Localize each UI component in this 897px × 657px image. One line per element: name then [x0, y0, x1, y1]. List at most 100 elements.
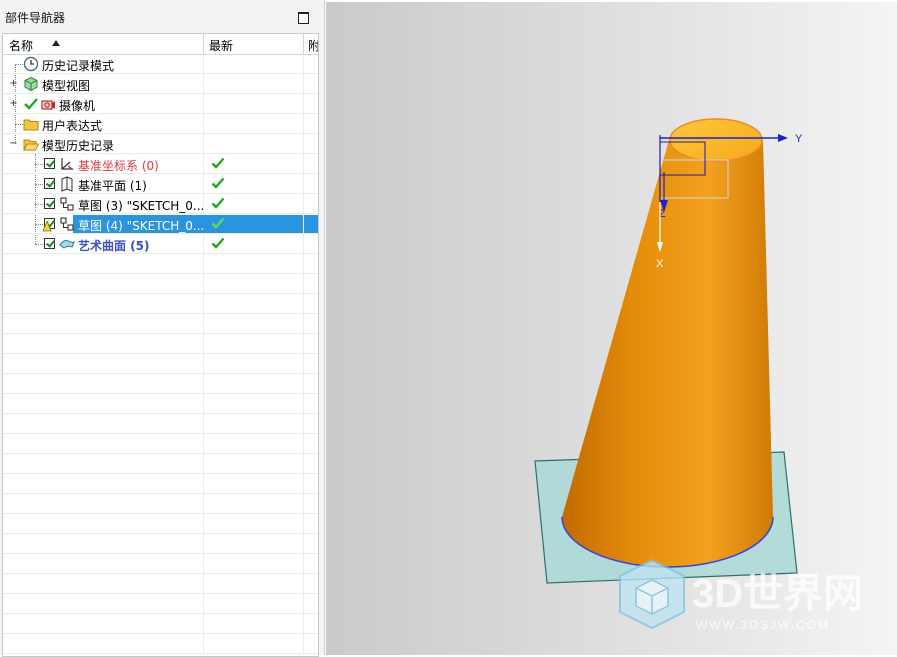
clock-icon: [23, 56, 39, 72]
tree-row-history-mode[interactable]: 历史记录模式: [3, 54, 318, 74]
maximize-icon[interactable]: [298, 12, 309, 24]
navigator-tree-table[interactable]: 名称 最新 附 历史记录模式 + 模型视图 + 摄像机 用户表达式 − 模型历史…: [2, 33, 319, 657]
tree-row-sketch-4-selected[interactable]: 草图 (4) "SKETCH_0...: [3, 214, 318, 234]
tree-guide: [35, 204, 43, 205]
cell-divider: [303, 94, 304, 114]
column-divider: [303, 34, 304, 54]
check-mark-icon: [24, 98, 38, 110]
empty-row: [3, 614, 318, 634]
column-header-third[interactable]: 附: [308, 37, 318, 54]
cell-divider: [303, 514, 304, 534]
tree-guide: [35, 164, 43, 165]
cell-divider: [303, 294, 304, 314]
cone-body[interactable]: [562, 140, 773, 517]
tree-row-sketch-3[interactable]: 草图 (3) "SKETCH_0...: [3, 194, 318, 214]
cell-divider: [203, 594, 204, 614]
cell-divider: [203, 494, 204, 514]
empty-row: [3, 354, 318, 374]
tree-item-label: 摄像机: [59, 99, 96, 113]
visibility-checkbox[interactable]: [44, 158, 55, 169]
visibility-checkbox[interactable]: [44, 178, 55, 189]
cell-divider: [203, 74, 204, 94]
cell-divider: [303, 74, 304, 94]
cell-divider: [203, 194, 204, 214]
tree-item-label: 模型历史记录: [42, 139, 115, 153]
cell-divider: [203, 174, 204, 194]
empty-row: [3, 534, 318, 554]
graphics-viewport[interactable]: Y Z X 3D世界网 WWW.3DSJW.COM: [326, 2, 897, 655]
tree-item-label: 用户表达式: [42, 119, 103, 133]
empty-row: [3, 514, 318, 534]
cell-divider: [303, 314, 304, 334]
empty-row: [3, 434, 318, 454]
tree-row-studio-surface[interactable]: 艺术曲面 (5): [3, 234, 318, 254]
empty-row: [3, 314, 318, 334]
part-navigator-panel: 部件导航器 名称 最新 附 历史记录模式 + 模型视图 + 摄像机 用户表达式 …: [0, 0, 325, 657]
folder-icon: [23, 119, 39, 131]
cell-divider: [203, 114, 204, 134]
cone-top-face[interactable]: [669, 118, 763, 162]
cell-divider: [303, 194, 304, 214]
tree-row-model-history[interactable]: − 模型历史记录: [3, 134, 318, 154]
empty-row: [3, 574, 318, 594]
open-folder-icon: [23, 139, 39, 151]
sort-ascending-icon: [52, 40, 60, 46]
empty-row: [3, 494, 318, 514]
empty-rows: [3, 254, 318, 654]
cell-divider: [203, 334, 204, 354]
cell-divider: [303, 434, 304, 454]
empty-row: [3, 374, 318, 394]
cell-divider: [203, 634, 204, 654]
tree-row-user-expressions[interactable]: 用户表达式: [3, 114, 318, 134]
cell-divider: [303, 634, 304, 654]
datum-csys-icon: [61, 158, 73, 170]
y-axis-label: Y: [795, 133, 803, 145]
y-axis-arrow: [778, 134, 788, 142]
visibility-checkbox[interactable]: [44, 198, 55, 209]
cell-divider: [303, 494, 304, 514]
model-canvas[interactable]: Y Z X 3D世界网 WWW.3DSJW.COM: [326, 2, 897, 655]
empty-row: [3, 554, 318, 574]
cell-divider: [203, 614, 204, 634]
watermark-logo: [619, 558, 685, 630]
column-header-latest[interactable]: 最新: [209, 37, 233, 54]
datum-plane-icon: [61, 176, 73, 192]
cell-divider: [203, 534, 204, 554]
cell-divider: [303, 234, 304, 254]
cell-divider: [303, 134, 304, 154]
cell-divider: [303, 414, 304, 434]
sketch-icon: [60, 197, 74, 211]
tree-row-cameras[interactable]: + 摄像机: [3, 94, 318, 114]
tree-row-datum-plane[interactable]: 基准平面 (1): [3, 174, 318, 194]
cell-divider: [203, 474, 204, 494]
latest-check-icon: [211, 177, 225, 189]
visibility-checkbox[interactable]: [44, 238, 55, 249]
cell-divider: [303, 254, 304, 274]
empty-row: [3, 274, 318, 294]
tree-row-datum-csys[interactable]: 基准坐标系 (0): [3, 154, 318, 174]
empty-row: [3, 334, 318, 354]
empty-row: [3, 454, 318, 474]
tree-guide: [15, 124, 23, 125]
empty-row: [3, 394, 318, 414]
expand-plus-icon[interactable]: +: [9, 79, 18, 89]
cell-divider: [303, 534, 304, 554]
tree-item-label: 草图 (3) "SKETCH_0...: [78, 199, 205, 213]
tree-row-model-views[interactable]: + 模型视图: [3, 74, 318, 94]
cell-divider: [303, 154, 304, 174]
cell-divider: [303, 374, 304, 394]
cell-divider: [303, 594, 304, 614]
collapse-minus-icon[interactable]: −: [9, 139, 18, 149]
tree-guide: [35, 244, 43, 245]
latest-check-icon: [211, 237, 225, 249]
cell-divider: [303, 174, 304, 194]
model-view-icon: [24, 76, 38, 92]
tree-item-label: 历史记录模式: [42, 59, 115, 73]
current-feature-marker-icon: [42, 220, 52, 232]
camera-icon: [41, 100, 55, 110]
watermark-text: 3D世界网: [692, 572, 863, 616]
column-header-name[interactable]: 名称: [9, 37, 33, 54]
cell-divider: [303, 554, 304, 574]
empty-row: [3, 294, 318, 314]
expand-plus-icon[interactable]: +: [9, 99, 18, 109]
